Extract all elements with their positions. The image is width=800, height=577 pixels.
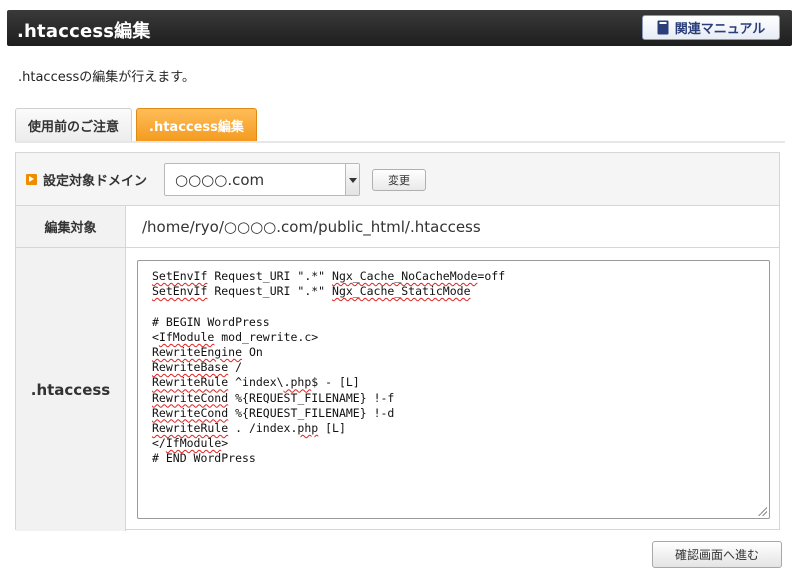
chevron-down-icon[interactable] (345, 164, 359, 195)
tab-precautions[interactable]: 使用前のご注意 (15, 108, 133, 142)
lead-text: .htaccessの編集が行えます。 (18, 70, 195, 85)
code-line: RewriteRule ^index\.php$ - [L] (152, 375, 360, 390)
tab-underline (15, 141, 785, 143)
target-path: /home/ryo/○○○○.com/public_html/.htaccess (142, 218, 481, 236)
tab-htaccess-edit[interactable]: .htaccess編集 (136, 108, 257, 142)
code-line: RewriteRule . /index.php [L] (152, 420, 346, 435)
code-token: SetEnvIf (152, 269, 208, 283)
domain-label-wrap: 設定対象ドメイン (26, 170, 147, 189)
tab-bar: 使用前のご注意 .htaccess編集 (15, 108, 257, 142)
htaccess-textarea[interactable]: SetEnvIf Request_URI ".*" Ngx_Cache_NoCa… (137, 260, 770, 519)
title-bar: .htaccess編集 関連マニュアル (7, 10, 792, 46)
domain-select-value: ○○○○.com (175, 171, 265, 189)
page-title: .htaccess編集 (17, 21, 151, 42)
code-line: <IfModule mod_rewrite.c> (152, 329, 319, 344)
code-line: </IfModule> (152, 436, 229, 451)
related-manual-label: 関連マニュアル (674, 22, 766, 37)
code-line: SetEnvIf Request_URI ".*" Ngx_Cache_Stat… (152, 284, 471, 299)
target-label: 編集対象 (16, 206, 126, 247)
htaccess-row: .htaccess SetEnvIf Request_URI ".*" Ngx_… (16, 248, 779, 531)
domain-label: 設定対象ドメイン (43, 174, 148, 189)
domain-row: 設定対象ドメイン ○○○○.com 変更 (16, 153, 779, 206)
code-line: # END WordPress (152, 451, 256, 466)
book-icon (657, 20, 669, 35)
target-row: 編集対象 /home/ryo/○○○○.com/public_html/.hta… (16, 206, 779, 248)
code-line: # BEGIN WordPress (152, 314, 270, 329)
code-line: RewriteCond %{REQUEST_FILENAME} !-d (152, 405, 395, 420)
domain-select[interactable]: ○○○○.com (164, 163, 360, 196)
arrow-square-icon (26, 174, 37, 185)
htaccess-form-panel: 設定対象ドメイン ○○○○.com 変更 編集対象 /home/ryo/○○○○… (15, 152, 780, 531)
code-line: SetEnvIf Request_URI ".*" Ngx_Cache_NoCa… (152, 269, 506, 283)
htaccess-label: .htaccess (16, 248, 126, 531)
resize-handle-icon[interactable] (757, 506, 767, 516)
proceed-to-confirm-button[interactable]: 確認画面へ進む (652, 541, 782, 568)
code-line: RewriteBase / (152, 360, 243, 375)
code-line: RewriteEngine On (152, 344, 263, 359)
related-manual-button[interactable]: 関連マニュアル (642, 15, 780, 40)
change-domain-button[interactable]: 変更 (372, 169, 426, 191)
code-line: RewriteCond %{REQUEST_FILENAME} !-f (152, 390, 395, 405)
